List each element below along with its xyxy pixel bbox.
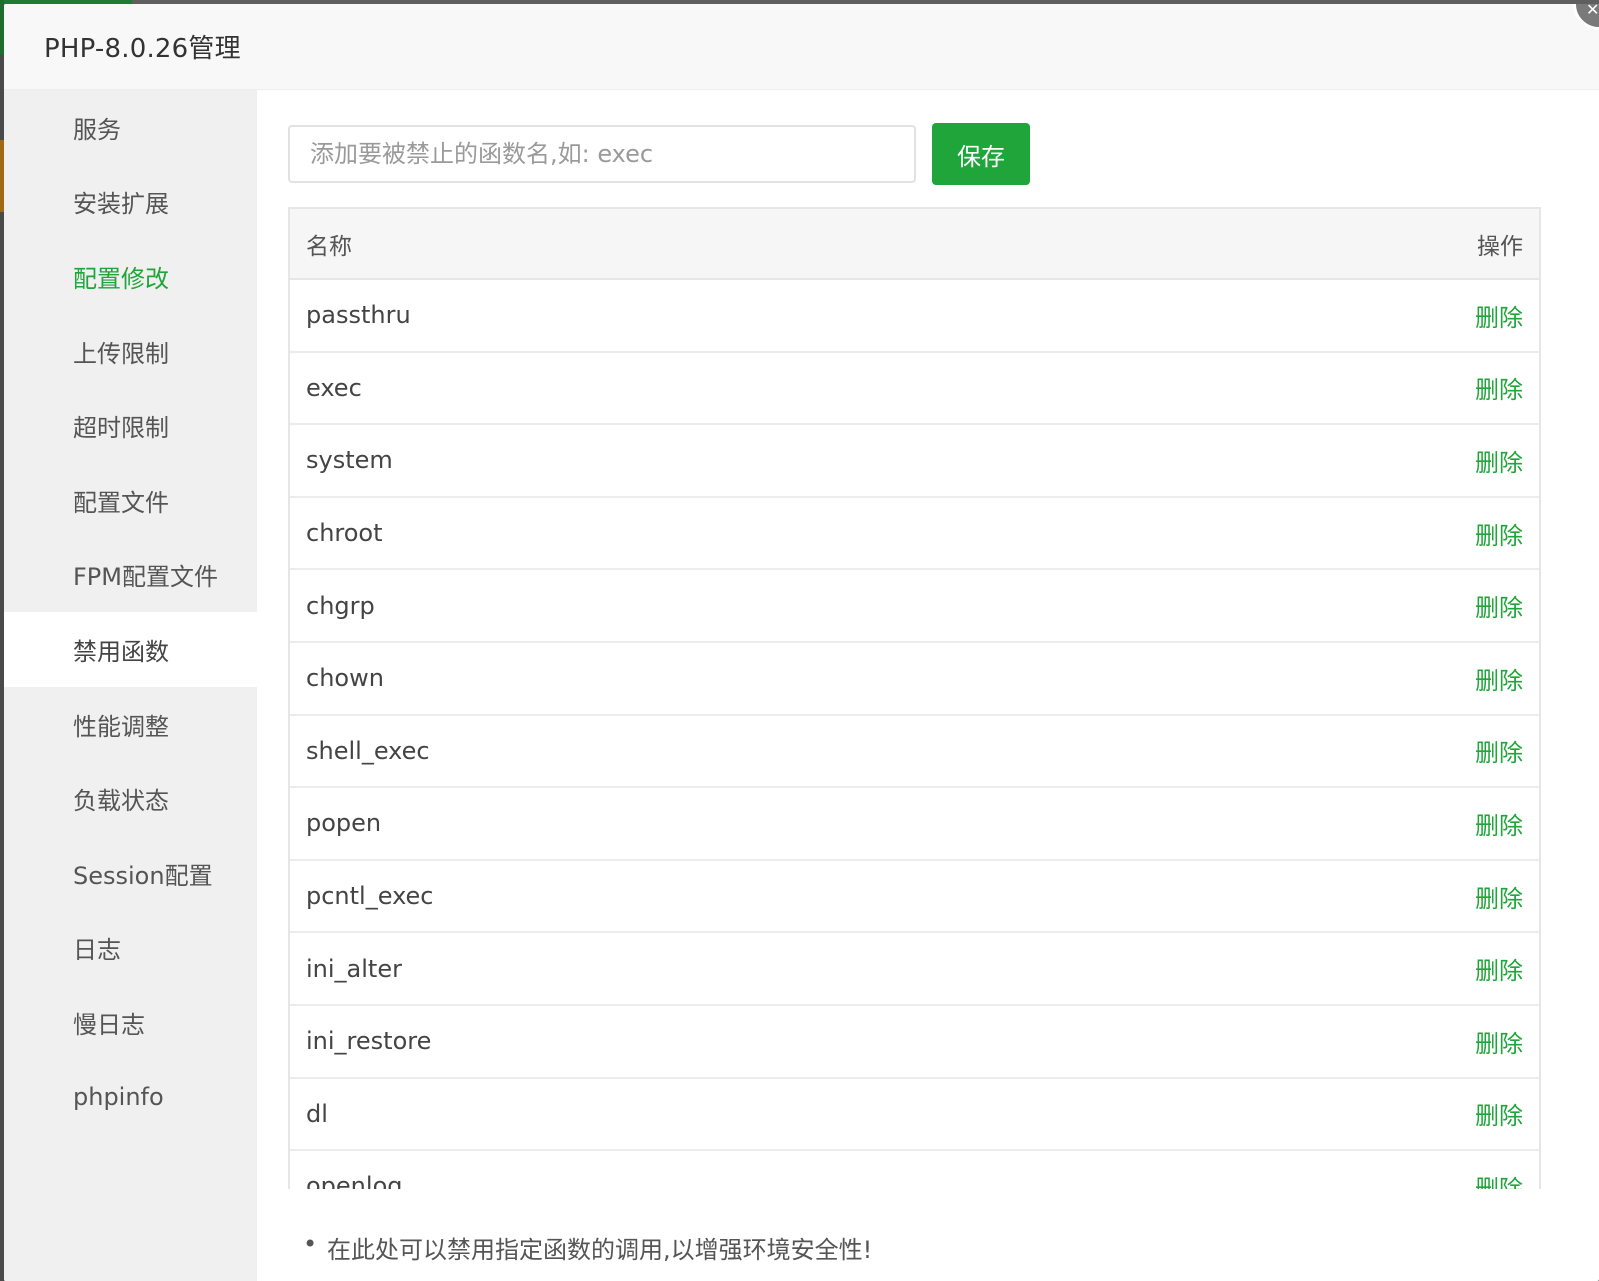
delete-link[interactable]: 删除 xyxy=(1475,588,1523,623)
table-row: pcntl_exec 删除 xyxy=(290,861,1539,934)
table-row: popen 删除 xyxy=(290,788,1539,861)
table-row: shell_exec 删除 xyxy=(290,716,1539,789)
function-name: chown xyxy=(306,664,384,693)
php-manage-dialog: PHP-8.0.26管理 ✕ 服务 安装扩展 配置修改 上传限制 超时限制 配置文件 FPM… xyxy=(4,4,1599,1281)
function-name: exec xyxy=(306,373,362,402)
delete-link[interactable]: 删除 xyxy=(1475,806,1523,841)
main-panel: 保存 名称 操作 passthru 删除 exec 删除 system 删除 chroot 删… xyxy=(257,90,1599,1281)
sidebar-item[interactable]: phpinfo xyxy=(4,1060,257,1135)
sidebar-item[interactable]: 禁用函数 xyxy=(4,612,257,687)
delete-link[interactable]: 删除 xyxy=(1475,298,1523,333)
sidebar-item[interactable]: 日志 xyxy=(4,911,257,986)
sidebar-item[interactable]: 慢日志 xyxy=(4,985,257,1060)
sidebar-item[interactable]: 性能调整 xyxy=(4,687,257,762)
delete-link[interactable]: 删除 xyxy=(1475,370,1523,405)
sidebar-item[interactable]: 超时限制 xyxy=(4,388,257,463)
save-button[interactable]: 保存 xyxy=(932,123,1030,185)
table-row: exec 删除 xyxy=(290,353,1539,426)
sidebar: 服务 安装扩展 配置修改 上传限制 超时限制 配置文件 FPM配置文件 禁用函数 性能调整 负载状… xyxy=(4,90,257,1281)
function-name: pcntl_exec xyxy=(306,882,434,911)
table-body: passthru 删除 exec 删除 system 删除 chroot 删除 chgrp 删除 c… xyxy=(290,280,1539,1189)
sidebar-item[interactable]: 安装扩展 xyxy=(4,165,257,240)
tips-text: 在此处可以禁用指定函数的调用,以增强环境安全性! xyxy=(303,1230,872,1265)
delete-link[interactable]: 删除 xyxy=(1475,1169,1523,1189)
delete-link[interactable]: 删除 xyxy=(1475,879,1523,914)
disabled-functions-table[interactable]: 名称 操作 passthru 删除 exec 删除 system 删除 chroot 删除 ch… xyxy=(288,207,1541,1189)
table-row: dl 删除 xyxy=(290,1079,1539,1152)
delete-link[interactable]: 删除 xyxy=(1475,443,1523,478)
column-header-action: 操作 xyxy=(1477,233,1523,260)
function-name: dl xyxy=(306,1099,328,1128)
table-row: openlog 删除 xyxy=(290,1151,1539,1189)
delete-link[interactable]: 删除 xyxy=(1475,661,1523,696)
table-row: passthru 删除 xyxy=(290,280,1539,353)
delete-link[interactable]: 删除 xyxy=(1475,516,1523,551)
table-row: chown 删除 xyxy=(290,643,1539,716)
sidebar-item[interactable]: 服务 xyxy=(4,90,257,165)
function-name-input[interactable] xyxy=(288,125,916,183)
column-header-name: 名称 xyxy=(306,233,352,260)
sidebar-item[interactable]: 负载状态 xyxy=(4,761,257,836)
dialog-body: 服务 安装扩展 配置修改 上传限制 超时限制 配置文件 FPM配置文件 禁用函数 性能调整 负载状… xyxy=(4,90,1599,1281)
function-name: shell_exec xyxy=(306,736,430,765)
function-name: popen xyxy=(306,809,382,838)
function-name: system xyxy=(306,446,393,475)
dialog-header: PHP-8.0.26管理 xyxy=(4,4,1599,90)
function-name: openlog xyxy=(306,1172,403,1189)
function-name: chroot xyxy=(306,519,383,548)
table-row: ini_restore 删除 xyxy=(290,1006,1539,1079)
table-row: chgrp 删除 xyxy=(290,570,1539,643)
function-name: ini_restore xyxy=(306,1027,432,1056)
table-header: 名称 操作 xyxy=(290,209,1539,280)
table-row: chroot 删除 xyxy=(290,498,1539,571)
sidebar-item[interactable]: Session配置 xyxy=(4,836,257,911)
delete-link[interactable]: 删除 xyxy=(1475,733,1523,768)
function-name: ini_alter xyxy=(306,954,402,983)
delete-link[interactable]: 删除 xyxy=(1475,1024,1523,1059)
function-name: passthru xyxy=(306,301,411,330)
delete-link[interactable]: 删除 xyxy=(1475,951,1523,986)
sidebar-item[interactable]: 配置文件 xyxy=(4,463,257,538)
dialog-title: PHP-8.0.26管理 xyxy=(44,34,241,64)
table-row: system 删除 xyxy=(290,425,1539,498)
delete-link[interactable]: 删除 xyxy=(1475,1096,1523,1131)
sidebar-item[interactable]: FPM配置文件 xyxy=(4,538,257,613)
sidebar-item[interactable]: 配置修改 xyxy=(4,239,257,314)
toolbar: 保存 xyxy=(288,123,1030,185)
table-row: ini_alter 删除 xyxy=(290,933,1539,1006)
sidebar-item[interactable]: 上传限制 xyxy=(4,314,257,389)
function-name: chgrp xyxy=(306,591,375,620)
